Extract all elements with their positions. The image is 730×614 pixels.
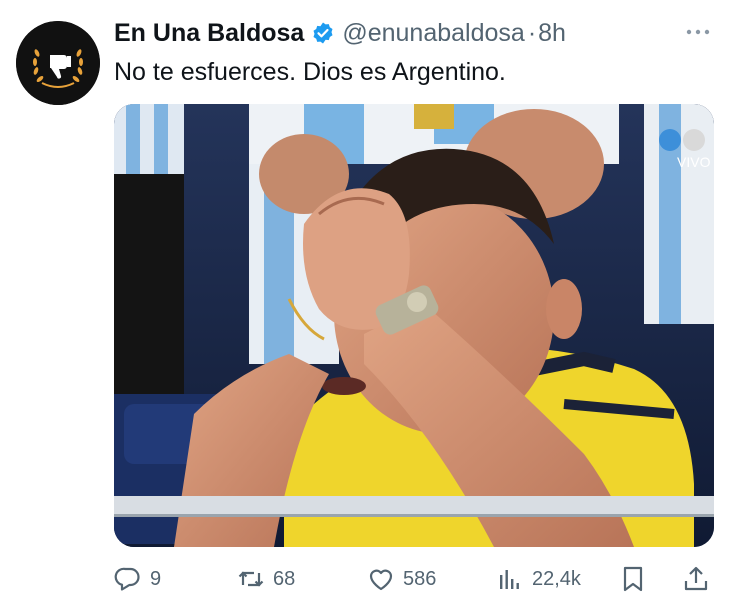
reply-icon <box>114 567 140 591</box>
views-button[interactable]: 22,4k <box>496 560 581 598</box>
retweet-icon <box>238 571 264 587</box>
share-icon <box>684 566 708 591</box>
share-button[interactable] <box>682 560 710 598</box>
retweet-button[interactable]: 68 <box>237 560 295 598</box>
tweet-header: En Una Baldosa @enunabaldosa · 8h <box>114 16 566 50</box>
tweet-actions: 9 68 586 22,4k <box>114 560 714 598</box>
like-icon <box>369 569 393 591</box>
bookmark-button[interactable] <box>619 560 647 598</box>
tweet-text: No te esfuerces. Dios es Argentino. <box>114 58 506 86</box>
live-badge: VIVO <box>677 154 711 170</box>
retweet-count: 68 <box>273 567 296 590</box>
verified-badge-icon <box>311 21 335 45</box>
views-icon <box>500 570 519 589</box>
bookmark-icon <box>623 566 643 592</box>
tweet-media-photo[interactable]: VIVO <box>114 104 714 547</box>
like-button[interactable]: 586 <box>367 560 436 598</box>
avatar-logo <box>16 21 100 105</box>
author-name[interactable]: En Una Baldosa <box>114 19 304 48</box>
tweet-time[interactable]: 8h <box>538 19 566 48</box>
more-icon[interactable] <box>683 22 713 42</box>
views-count: 22,4k <box>532 567 581 590</box>
like-count: 586 <box>403 567 437 590</box>
author-handle[interactable]: @enunabaldosa <box>342 19 524 48</box>
reply-count: 9 <box>150 567 162 590</box>
avatar[interactable] <box>16 21 100 105</box>
header-separator: · <box>527 18 537 47</box>
reply-button[interactable]: 9 <box>114 560 161 598</box>
